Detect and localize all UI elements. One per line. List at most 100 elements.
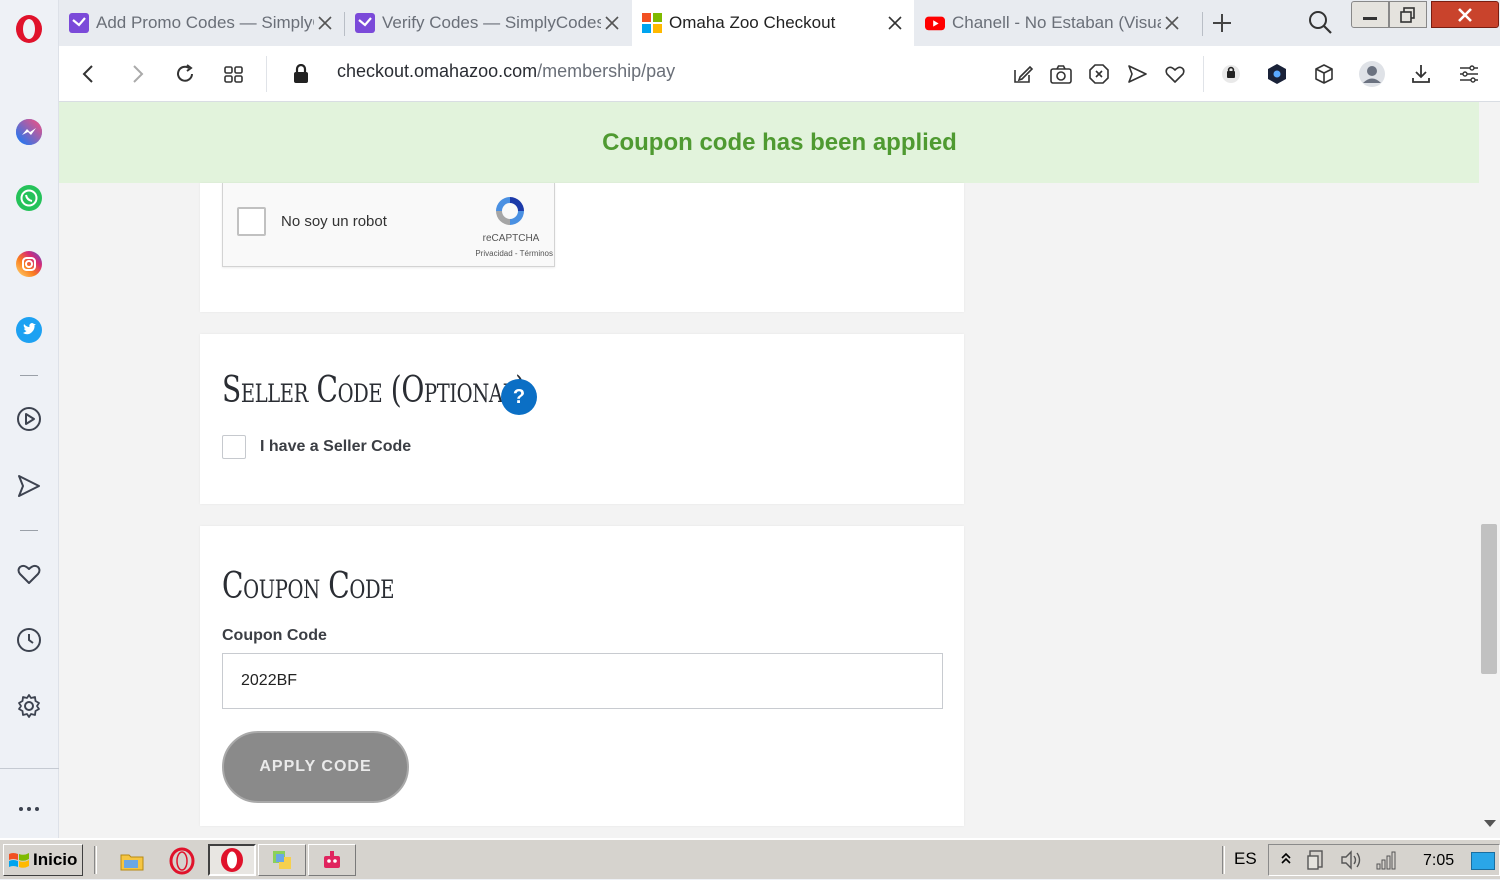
- snapshot-camera-icon[interactable]: [1047, 60, 1075, 88]
- sidebar-divider: [0, 768, 59, 769]
- signal-bars-icon[interactable]: [1375, 848, 1401, 872]
- reload-icon: [177, 64, 193, 82]
- robot-icon: [324, 851, 340, 868]
- tab-omaha-zoo-checkout[interactable]: Omaha Zoo Checkout: [632, 0, 914, 46]
- restore-button[interactable]: [1389, 1, 1427, 28]
- coupon-code-field-label: Coupon Code: [222, 627, 327, 644]
- scrollbar-thumb[interactable]: [1481, 524, 1497, 674]
- close-tab-icon[interactable]: [884, 12, 906, 34]
- apply-code-button[interactable]: APPLY CODE: [222, 731, 409, 803]
- settings-gear-icon[interactable]: [14, 691, 44, 721]
- flow-send-icon[interactable]: [14, 471, 44, 501]
- explorer-folder-icon[interactable]: [118, 848, 146, 874]
- tab-title: Verify Codes — SimplyCodes: [382, 13, 601, 32]
- taskbar-opera-window[interactable]: [208, 844, 256, 876]
- close-tab-icon[interactable]: [601, 12, 623, 34]
- sidebar-divider: [20, 375, 38, 376]
- restore-icon: [1400, 6, 1415, 23]
- recaptcha-brand: reCAPTCHA: [482, 233, 540, 244]
- messenger-icon[interactable]: [14, 117, 44, 147]
- lock-icon[interactable]: [287, 60, 315, 88]
- history-clock-icon[interactable]: [14, 625, 44, 655]
- close-window-button[interactable]: [1431, 1, 1499, 28]
- start-label: Inicio: [33, 850, 78, 869]
- opera-logo-icon[interactable]: [14, 14, 44, 44]
- opera-sidebar: [0, 0, 59, 838]
- extension-icon[interactable]: [1217, 60, 1245, 88]
- share-edit-icon[interactable]: [1009, 60, 1037, 88]
- opera-launcher-icon[interactable]: [168, 847, 196, 875]
- colorful-app-icon: [273, 851, 291, 869]
- simplycodes-icon: [69, 13, 89, 33]
- start-button[interactable]: Inicio: [3, 844, 83, 876]
- tab-title: Omaha Zoo Checkout: [669, 13, 836, 32]
- grid-icon: [224, 66, 243, 83]
- recaptcha-links[interactable]: Privacidad - Términos: [445, 249, 553, 258]
- adblock-icon[interactable]: [1085, 60, 1113, 88]
- close-tab-icon[interactable]: [314, 12, 336, 34]
- youtube-icon: [925, 16, 945, 31]
- twitter-icon[interactable]: [14, 315, 44, 345]
- downloads-icon[interactable]: [1407, 60, 1435, 88]
- instagram-icon[interactable]: [14, 249, 44, 279]
- taskbar-robot-app-window[interactable]: [308, 844, 356, 876]
- recaptcha-checkbox[interactable]: [237, 207, 266, 236]
- heart-icon[interactable]: [14, 559, 44, 589]
- tray-expand-chevron-icon[interactable]: [1279, 849, 1293, 869]
- coupon-code-card: Coupon Code Coupon Code APPLY CODE: [200, 526, 964, 826]
- tab-youtube-video[interactable]: Chanell - No Estaban (Visualizer): [915, 0, 1191, 46]
- speed-dial-button[interactable]: [220, 60, 248, 88]
- clock[interactable]: 7:05: [1423, 852, 1454, 870]
- network-computer-icon[interactable]: [1305, 848, 1329, 872]
- url-field[interactable]: checkout.omahazoo.com/membership/pay: [337, 61, 675, 82]
- windows-flag-icon: [9, 853, 29, 868]
- player-icon[interactable]: [14, 404, 44, 434]
- volume-speaker-icon[interactable]: [1339, 848, 1365, 872]
- opera-icon: [221, 848, 243, 872]
- easy-setup-icon[interactable]: [1455, 60, 1483, 88]
- new-tab-plus-icon[interactable]: [1210, 11, 1234, 35]
- coupon-code-heading: Coupon Code: [222, 566, 395, 607]
- back-button[interactable]: [75, 60, 103, 88]
- tab-divider: [1202, 12, 1203, 36]
- simplycodes-icon: [355, 13, 375, 33]
- url-path: /membership/pay: [537, 61, 676, 81]
- close-icon: [1458, 7, 1472, 22]
- vpn-shield-icon[interactable]: [1263, 60, 1291, 88]
- captcha-card: No soy un robot reCAPTCHA Privacidad - T…: [200, 183, 964, 312]
- tab-add-promo-codes[interactable]: Add Promo Codes — SimplyCodes: [59, 0, 344, 46]
- tab-title: Chanell - No Estaban (Visualizer): [952, 13, 1161, 32]
- send-icon[interactable]: [1123, 60, 1151, 88]
- bookmark-heart-icon[interactable]: [1161, 60, 1189, 88]
- windows-taskbar: Inicio ES 7:05: [0, 838, 1500, 879]
- forward-button[interactable]: [123, 60, 151, 88]
- page-scrollbar[interactable]: [1479, 102, 1500, 838]
- seller-code-checkbox[interactable]: [222, 435, 246, 459]
- close-tab-icon[interactable]: [1161, 12, 1183, 34]
- whatsapp-icon[interactable]: [14, 183, 44, 213]
- seller-code-card: Seller Code (Optional) ? I have a Seller…: [200, 334, 964, 504]
- sidebar-divider: [20, 530, 38, 531]
- taskbar-divider: [94, 846, 97, 874]
- url-host: checkout.omahazoo.com: [337, 61, 538, 81]
- tab-strip: Add Promo Codes — SimplyCodes Verify Cod…: [59, 0, 1500, 46]
- more-dots-icon[interactable]: [14, 794, 44, 824]
- seller-help-icon[interactable]: ?: [501, 379, 537, 415]
- profile-avatar-icon[interactable]: [1358, 60, 1386, 88]
- recaptcha-label: No soy un robot: [281, 213, 387, 230]
- tab-search-icon[interactable]: [1307, 9, 1333, 35]
- tab-verify-codes[interactable]: Verify Codes — SimplyCodes: [345, 0, 631, 46]
- extensions-cube-icon[interactable]: [1310, 60, 1338, 88]
- language-indicator[interactable]: ES: [1234, 849, 1257, 869]
- taskbar-app-window[interactable]: [258, 844, 306, 876]
- seller-code-heading: Seller Code (Optional): [222, 370, 526, 411]
- tab-title: Add Promo Codes — SimplyCodes: [96, 13, 314, 32]
- windows-logo-icon: [642, 13, 662, 33]
- coupon-code-input[interactable]: [222, 653, 943, 709]
- minimize-button[interactable]: [1351, 1, 1389, 28]
- system-tray: 7:05: [1268, 844, 1500, 876]
- reload-button[interactable]: [171, 60, 199, 88]
- minimize-icon: [1363, 17, 1377, 20]
- show-desktop-icon[interactable]: [1471, 852, 1495, 870]
- scroll-down-arrow-icon[interactable]: [1484, 820, 1496, 827]
